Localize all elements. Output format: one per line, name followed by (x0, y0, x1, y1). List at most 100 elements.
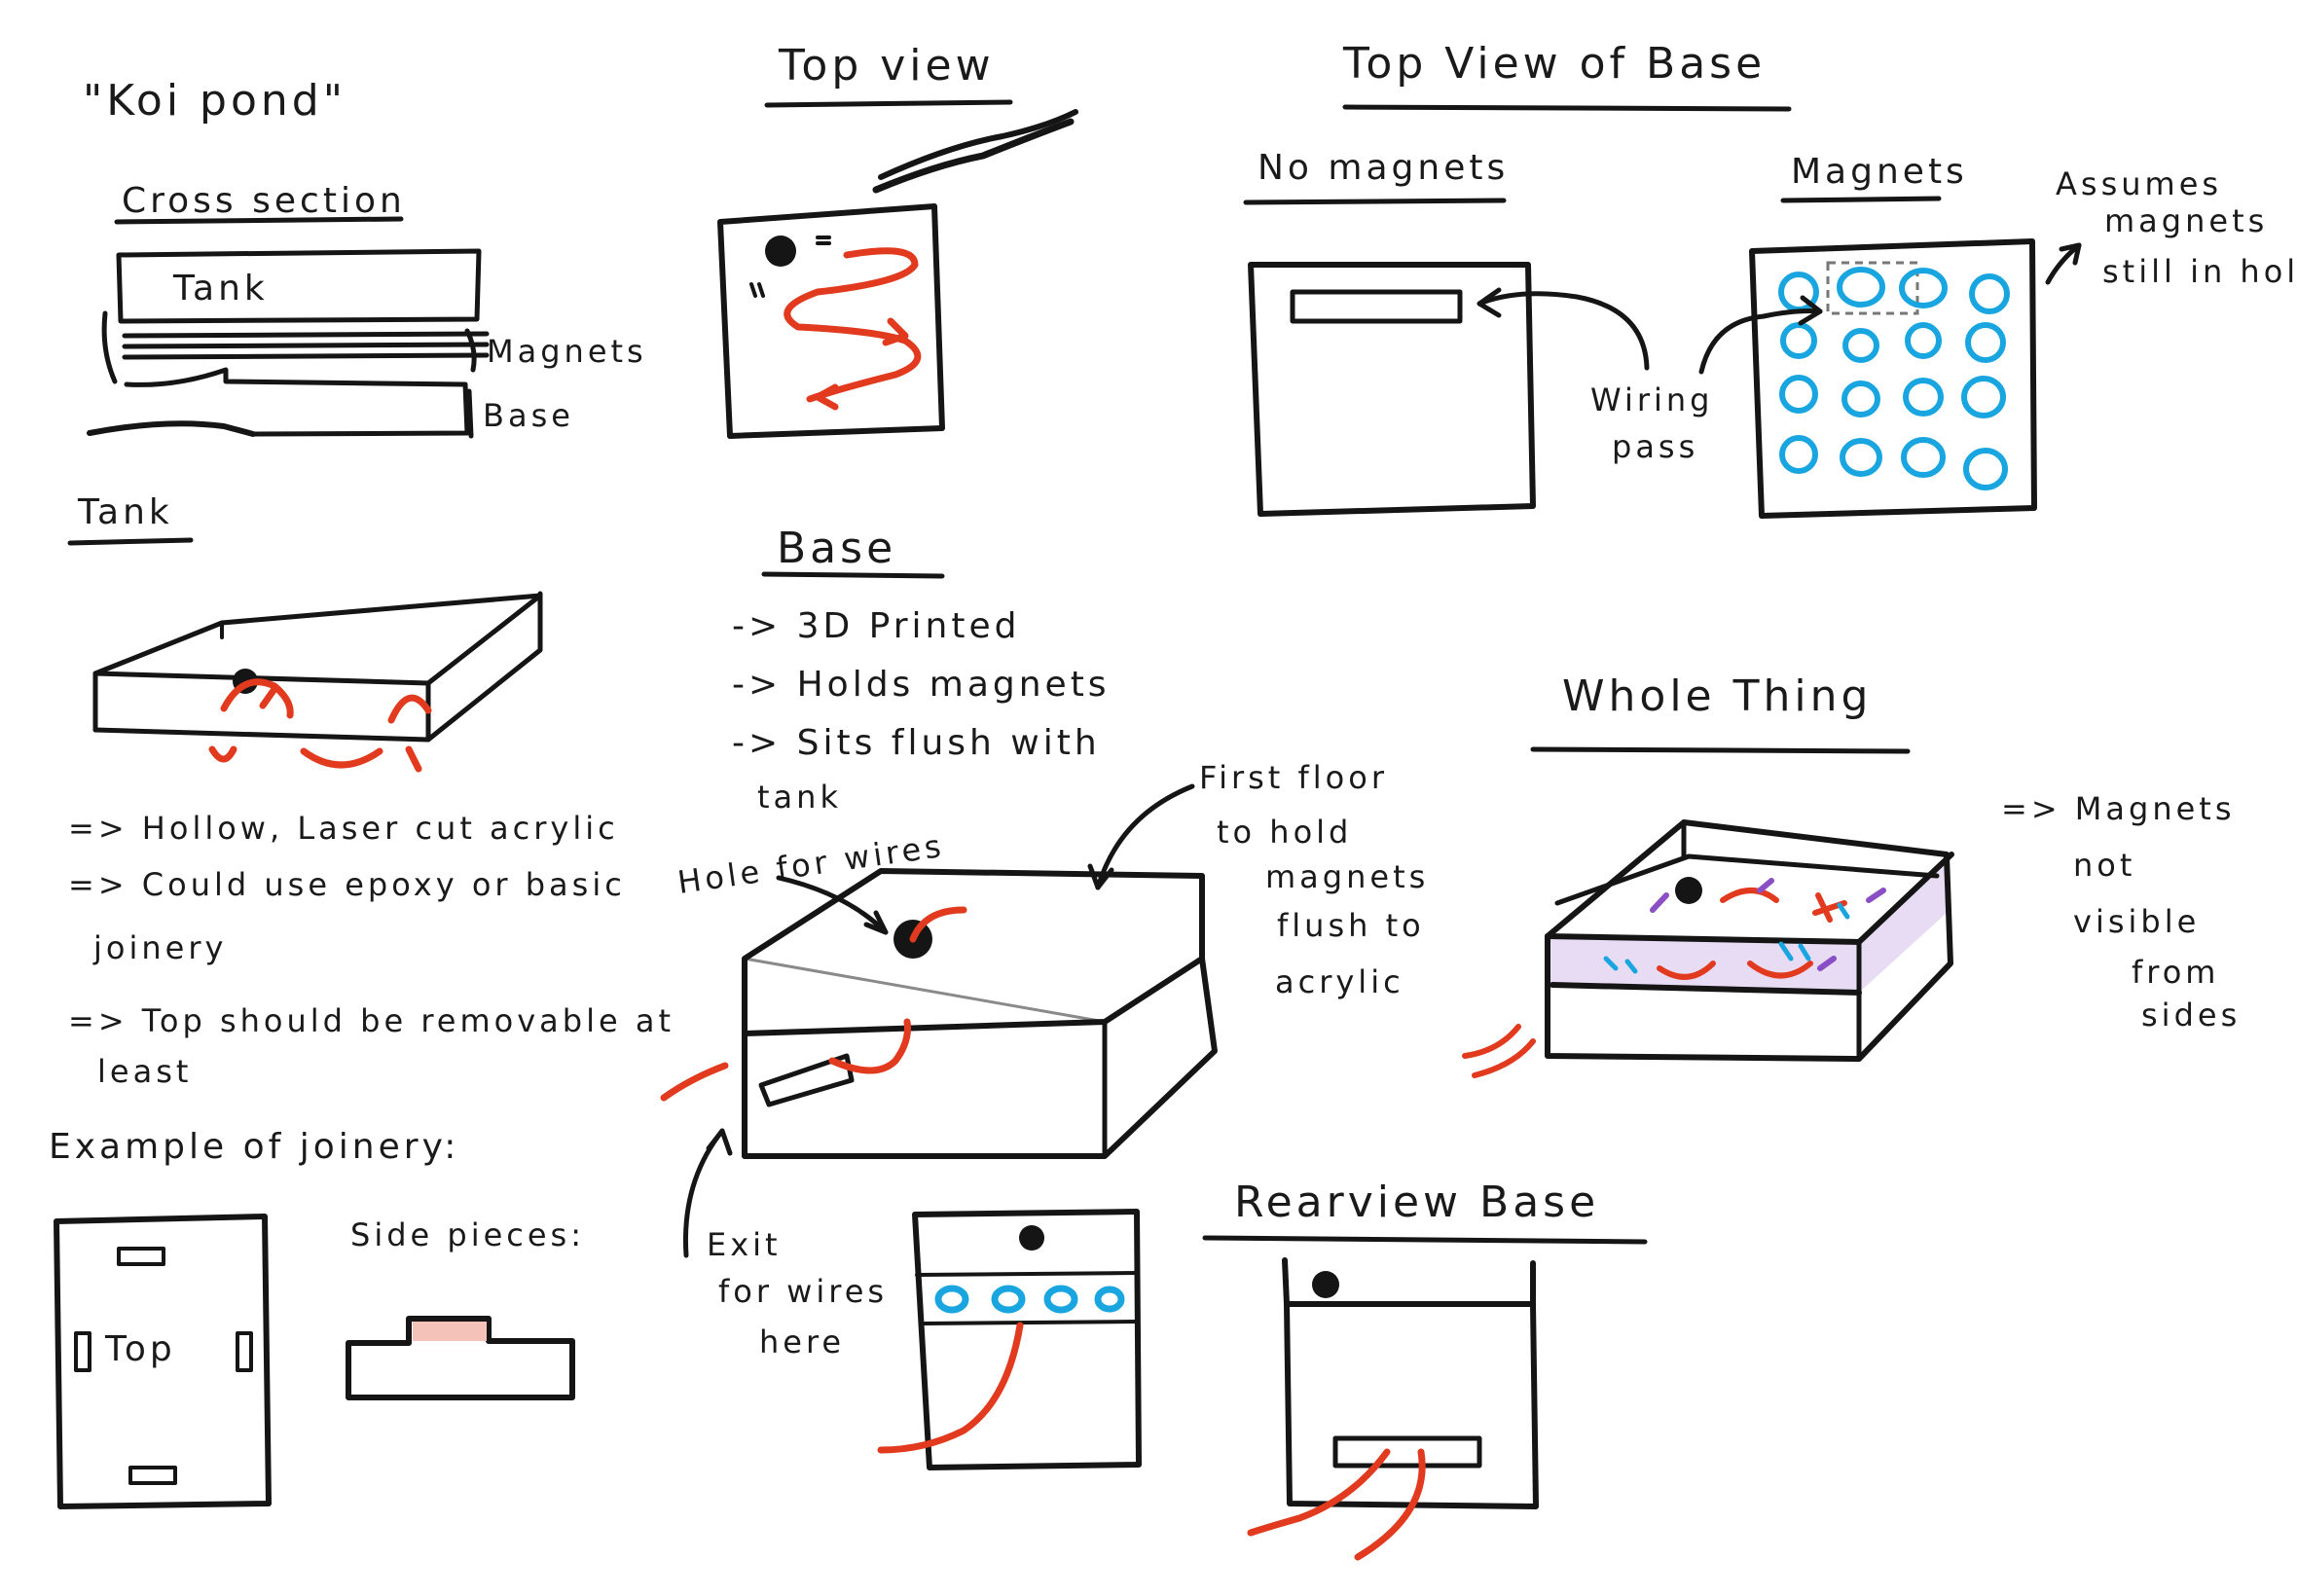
base-outline (124, 367, 468, 387)
whole-thing-note-5: sides (2141, 997, 2241, 1034)
magnet-circle (1963, 448, 2008, 490)
cross-section-magnets-label: Magnets (487, 333, 647, 370)
whole-thing-base-fill (1548, 856, 1947, 993)
magnet-circle (1779, 375, 1818, 414)
cross-section-tank-label: Tank (172, 269, 269, 308)
side-bracket (464, 328, 477, 373)
sketch-canvas: "Koi pond" Cross section Tank Magnets Ba… (49, 39, 2297, 1561)
base-note-2: -> Holds magnets (732, 665, 1111, 705)
magnet-circle (1043, 1285, 1078, 1314)
joinery-slot (74, 1331, 91, 1372)
magnet-layer-line (122, 331, 490, 339)
tank-note-4: => Top should be removable at (68, 1002, 675, 1039)
magnet-circle (1965, 322, 2006, 363)
tank-group: Tank => Hollow, Laser cut acrylic => Cou… (67, 492, 675, 1090)
magnet-circle (1841, 381, 1880, 417)
no-magnets-heading: No magnets (1258, 148, 1509, 188)
base-rear-small-outline (912, 1209, 1142, 1470)
magnet-layer-line (122, 342, 490, 349)
top-view-wire (878, 109, 1078, 180)
whole-thing-note-1: => Magnets (2001, 790, 2236, 827)
whole-thing-flow (1720, 888, 1779, 903)
tank-note-3: joinery (92, 929, 227, 966)
top-view-underline (764, 99, 1013, 108)
tick-mark (749, 282, 765, 298)
tank-heading: Tank (77, 492, 173, 532)
whole-thing-note-2: not (2073, 847, 2135, 884)
cross-section-underline (114, 216, 404, 225)
flow-arrow-head (882, 317, 909, 346)
base-rear-small-wire (877, 1322, 1024, 1454)
cross-section-base-label: Base (483, 397, 574, 434)
base-rear-small-group (877, 1209, 1142, 1470)
magnet-circle (1094, 1286, 1125, 1313)
whole-thing-group: Whole Thing => Magnets not visible from … (1462, 671, 2241, 1078)
base-rear-small-hole (1019, 1225, 1044, 1251)
side-bracket (101, 310, 118, 384)
magnet-circle (1779, 435, 1818, 474)
assumes-label-2: magnets (2104, 202, 2268, 239)
tank-note-5: least (97, 1053, 192, 1090)
rearview-body (1284, 1301, 1539, 1509)
magnet-circle (1903, 378, 1944, 417)
joinery-heading: Example of joinery: (49, 1127, 459, 1167)
rearview-hole (1312, 1271, 1339, 1298)
tick-mark (816, 236, 831, 245)
base-box-edge (743, 957, 1107, 1024)
base-rear-small-divider (923, 1320, 1139, 1325)
first-floor-line-1: First floor (1199, 759, 1388, 796)
base-underline (761, 571, 945, 579)
magnet-circle (1840, 438, 1882, 477)
first-floor-line-4: flush to (1277, 907, 1425, 944)
tank-note-1: => Hollow, Laser cut acrylic (68, 810, 619, 847)
base-heading: Base (777, 524, 896, 573)
magnet-circle (1837, 267, 1885, 308)
top-view-group: Top view (717, 41, 1078, 439)
flow-arrow (208, 745, 237, 763)
whole-thing-note-3: visible (2073, 903, 2200, 940)
no-magnets-underline (1243, 198, 1507, 205)
base-wire-red (660, 1062, 729, 1102)
base-note-3: -> Sits flush with (732, 723, 1101, 763)
magnet-circle (1961, 376, 2006, 418)
exit-label-2: for wires (718, 1273, 888, 1310)
magnet-circle (1901, 437, 1946, 478)
base-note-1: -> 3D Printed (732, 606, 1020, 646)
magnets-heading: Magnets (1791, 152, 1968, 192)
magnet-circle (934, 1285, 969, 1314)
first-floor-line-5: acrylic (1275, 963, 1404, 1000)
wire-cable (87, 420, 256, 437)
joinery-slot (236, 1331, 253, 1372)
magnets-underline (1780, 196, 1942, 203)
assumes-label-1: Assumes (2056, 165, 2222, 202)
joinery-side-label: Side pieces: (350, 1216, 585, 1253)
whole-thing-underline (1530, 746, 1911, 754)
rearview-exit-slot (1332, 1435, 1482, 1469)
wiring-arrow (1477, 291, 1650, 371)
base-bracket (466, 388, 474, 439)
rearview-heading: Rearview Base (1234, 1178, 1599, 1227)
tank-underline (67, 537, 194, 546)
wiring-label-1: Wiring (1590, 381, 1713, 418)
cross-section-group: Cross section Tank Magnets Base (87, 181, 647, 439)
flow-arrow-head (405, 745, 422, 773)
whole-thing-pump (1675, 877, 1702, 904)
rearview-base-group: Rearview Base (1202, 1178, 1648, 1561)
assumes-label-3: still in holder (2102, 253, 2297, 290)
whole-thing-wire (1462, 1024, 1536, 1078)
whole-thing-heading: Whole Thing (1562, 671, 1872, 721)
cross-section-heading: Cross section (122, 181, 406, 221)
top-view-base-group: Top View of Base No magnets Magnets Wiri… (1243, 39, 2297, 519)
magnet-circle (991, 1285, 1026, 1314)
magnet-circle (1969, 273, 2010, 314)
top-view-base-underline (1342, 104, 1792, 112)
exit-label-3: here (759, 1324, 845, 1360)
base-outline (250, 381, 470, 437)
magnet-circle (1780, 322, 1817, 359)
tank-back-top (92, 593, 543, 676)
base-group: Base -> 3D Printed -> Holds magnets -> S… (660, 524, 1425, 1360)
magnet-grid (1778, 267, 2010, 490)
flow-arrow-head (259, 685, 278, 709)
joinery-tab-fill (413, 1322, 487, 1341)
base-rear-small-divider (915, 1271, 1139, 1277)
